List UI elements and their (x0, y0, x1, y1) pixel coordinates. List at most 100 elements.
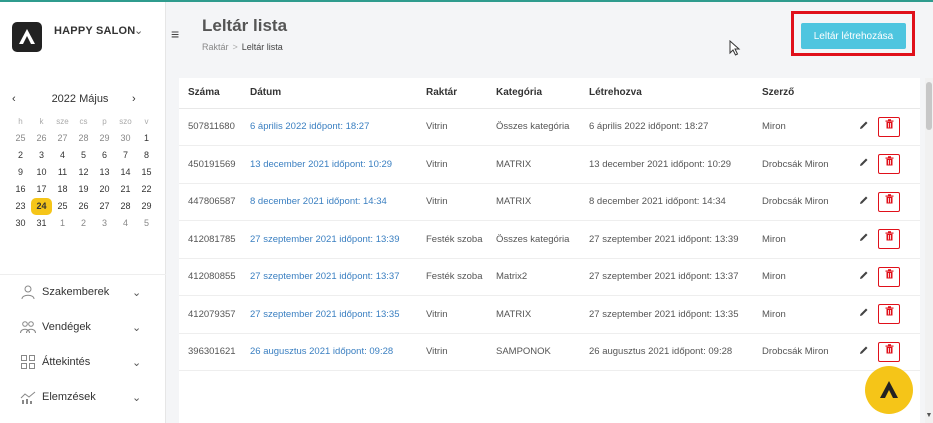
table-cell: 447806587 (179, 183, 241, 221)
inventory-table-card: Száma Dátum Raktár Kategória Létrehozva Szerz… (179, 78, 920, 423)
calendar-weekday: szo (119, 117, 132, 126)
help-fab-button[interactable] (865, 366, 913, 414)
calendar-day[interactable]: 30 (10, 215, 31, 232)
calendar-day[interactable]: 30 (115, 130, 136, 147)
row-actions (845, 333, 920, 371)
calendar-day[interactable]: 9 (10, 164, 31, 181)
table-cell: SAMPONOK (487, 333, 580, 371)
pencil-icon[interactable] (854, 304, 874, 324)
calendar-day[interactable]: 29 (136, 198, 157, 215)
scrollbar[interactable]: ▼ (925, 78, 933, 423)
calendar-day[interactable]: 12 (73, 164, 94, 181)
calendar-day[interactable]: 5 (136, 215, 157, 232)
pencil-icon[interactable] (854, 342, 874, 362)
brand-switcher[interactable]: HAPPY SALON ⌄ (12, 22, 162, 52)
pencil-icon[interactable] (854, 192, 874, 212)
calendar-prev-month-button[interactable]: ‹ (12, 93, 16, 105)
date-link[interactable]: 27 szeptember 2021 időpont: 13:37 (241, 258, 417, 296)
date-link[interactable]: 27 szeptember 2021 időpont: 13:35 (241, 295, 417, 334)
sidebar-item-vendégek[interactable]: Vendégek ⌄ (0, 310, 166, 345)
sidebar-item-szakemberek[interactable]: Szakemberek ⌄ (0, 275, 166, 310)
salon-name: HAPPY SALON (54, 25, 136, 37)
scroll-down-icon[interactable]: ▼ (925, 412, 933, 419)
calendar-day[interactable]: 20 (94, 181, 115, 198)
page-title: Leltár lista (202, 16, 288, 35)
calendar-day[interactable]: 27 (52, 130, 73, 147)
column-header[interactable]: Létrehozva (580, 78, 753, 109)
table-cell: Vitrin (417, 108, 487, 146)
trash-icon[interactable] (878, 154, 900, 175)
calendar-weekday: cs (79, 117, 88, 126)
calendar-day[interactable]: 15 (136, 164, 157, 181)
trash-icon[interactable] (878, 191, 900, 212)
calendar-day[interactable]: 22 (136, 181, 157, 198)
calendar-day[interactable]: 4 (52, 147, 73, 164)
calendar-day[interactable]: 29 (94, 130, 115, 147)
calendar-day[interactable]: 11 (52, 164, 73, 181)
pencil-icon[interactable] (854, 154, 874, 174)
table-row: 450191569 13 december 2021 időpont: 10:29… (179, 145, 920, 184)
create-inventory-button[interactable]: Leltár létrehozása (801, 23, 906, 49)
trash-icon[interactable] (878, 266, 900, 287)
date-link[interactable]: 26 augusztus 2021 időpont: 09:28 (241, 333, 417, 371)
column-header[interactable]: Kategória (487, 78, 580, 109)
calendar-day[interactable]: 7 (115, 147, 136, 164)
date-link[interactable]: 6 április 2022 időpont: 18:27 (241, 108, 417, 146)
calendar-day[interactable]: 1 (52, 215, 73, 232)
sidebar-item-elemzések[interactable]: Elemzések ⌄ (0, 380, 166, 415)
calendar-day-today[interactable]: 24 (31, 198, 52, 215)
calendar-day[interactable]: 21 (115, 181, 136, 198)
breadcrumb-current: Leltár lista (241, 42, 283, 52)
calendar-weekday: v (144, 117, 149, 126)
calendar-day[interactable]: 23 (10, 198, 31, 215)
calendar-day[interactable]: 19 (73, 181, 94, 198)
calendar-day[interactable]: 3 (31, 147, 52, 164)
calendar-day[interactable]: 16 (10, 181, 31, 198)
pencil-icon[interactable] (854, 267, 874, 287)
calendar-day[interactable]: 28 (115, 198, 136, 215)
sidebar-item-áttekintés[interactable]: Áttekintés ⌄ (0, 345, 166, 380)
menu-toggle-button[interactable]: ≡ (171, 26, 179, 42)
trash-icon[interactable] (878, 341, 900, 362)
trash-icon[interactable] (878, 304, 900, 325)
calendar-day[interactable]: 4 (115, 215, 136, 232)
table-cell: 412079357 (179, 295, 241, 334)
calendar-day[interactable]: 14 (115, 164, 136, 181)
pencil-icon[interactable] (854, 229, 874, 249)
calendar-day[interactable]: 2 (10, 147, 31, 164)
calendar-day[interactable]: 18 (52, 181, 73, 198)
calendar-day[interactable]: 2 (73, 215, 94, 232)
calendar-day[interactable]: 3 (94, 215, 115, 232)
date-link[interactable]: 13 december 2021 időpont: 10:29 (241, 145, 417, 184)
calendar-day[interactable]: 1 (136, 130, 157, 147)
trash-icon[interactable] (878, 116, 900, 137)
chevron-down-icon: ⌄ (132, 392, 142, 404)
column-header[interactable]: Szerző (753, 78, 845, 109)
column-header[interactable]: Raktár (417, 78, 487, 109)
calendar-day[interactable]: 26 (31, 130, 52, 147)
calendar-day[interactable]: 28 (73, 130, 94, 147)
date-link[interactable]: 8 december 2021 időpont: 14:34 (241, 183, 417, 221)
breadcrumb-root[interactable]: Raktár (202, 42, 229, 52)
calendar-day[interactable]: 13 (94, 164, 115, 181)
calendar-day[interactable]: 5 (73, 147, 94, 164)
calendar-day[interactable]: 17 (31, 181, 52, 198)
chevron-down-icon[interactable]: ⌄ (134, 24, 143, 37)
pencil-icon[interactable] (854, 117, 874, 137)
calendar-day[interactable]: 25 (52, 198, 73, 215)
calendar-day[interactable]: 6 (94, 147, 115, 164)
calendar-day[interactable]: 8 (136, 147, 157, 164)
scrollbar-thumb[interactable] (926, 82, 932, 130)
column-header[interactable]: Dátum (241, 78, 417, 109)
date-link[interactable]: 27 szeptember 2021 időpont: 13:39 (241, 220, 417, 259)
calendar-day[interactable]: 31 (31, 215, 52, 232)
calendar-day[interactable]: 26 (73, 198, 94, 215)
row-actions (845, 145, 920, 184)
calendar-next-month-button[interactable]: › (132, 93, 136, 105)
calendar-day[interactable]: 25 (10, 130, 31, 147)
calendar-day[interactable]: 10 (31, 164, 52, 181)
calendar-day[interactable]: 27 (94, 198, 115, 215)
trash-icon[interactable] (878, 229, 900, 250)
column-header[interactable]: Száma (179, 78, 241, 109)
table-cell: 412081785 (179, 220, 241, 259)
